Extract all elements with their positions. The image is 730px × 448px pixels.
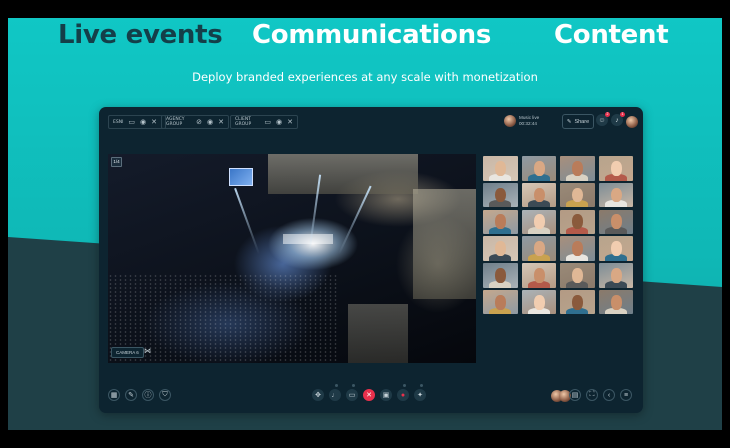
participant-tile[interactable] [560, 263, 595, 288]
participant-tile[interactable] [560, 156, 595, 181]
participant-tile[interactable] [560, 209, 595, 235]
participant-tile[interactable] [483, 182, 518, 208]
chat-icon[interactable]: ▤ [569, 389, 581, 401]
grid-layout-icon[interactable]: ▦ [108, 389, 120, 401]
pen-icon[interactable]: ✎ [125, 389, 137, 401]
layout-badge[interactable]: 1/4 [111, 157, 122, 167]
mic-icon[interactable]: ◉ [207, 118, 213, 126]
record-icon[interactable]: ● [397, 389, 409, 401]
notification-badge: 1 [620, 112, 625, 117]
tab-content[interactable]: Content [554, 20, 669, 50]
camera-icon[interactable]: ▭ [264, 118, 271, 126]
info-icon[interactable]: ⓘ [142, 389, 154, 401]
participant-tile[interactable] [483, 263, 518, 288]
participant-grid [483, 156, 634, 363]
hero-subtitle: Deploy branded experiences at any scale … [192, 70, 538, 84]
tab-communications[interactable]: Communications [252, 20, 491, 50]
host-avatar[interactable] [504, 113, 516, 129]
participant-tile[interactable] [521, 236, 556, 261]
participant-tile[interactable] [483, 289, 518, 315]
main-video-stream[interactable]: 1/4 CAMERA 6 ⋈ [108, 154, 476, 363]
camera-icon[interactable]: ▭ [128, 118, 135, 126]
camera-label: CAMERA 6 [111, 347, 144, 358]
group-label: ESNI [113, 119, 124, 125]
camera-icon[interactable]: ▭ [346, 389, 358, 401]
hero-section: Live events Communications Content Deplo… [8, 18, 722, 430]
close-icon[interactable]: ✕ [218, 118, 224, 126]
app-bottom-bar: ▦ ✎ ⓘ ⛉ ✥ ♩ ▭ ✕ ▣ ● ✦ ▤ ⛶ ‹ ≡ [99, 377, 643, 413]
camera-off-icon[interactable]: ⊘ [196, 118, 202, 126]
share-label: Share [574, 118, 590, 125]
shield-icon[interactable]: ⛉ [159, 389, 171, 401]
participant-tile[interactable] [521, 263, 556, 288]
building [413, 189, 476, 299]
participant-tile[interactable] [483, 236, 518, 261]
mic-icon[interactable]: ◉ [276, 118, 282, 126]
chevron-left-icon[interactable]: ‹ [603, 389, 615, 401]
people-icon[interactable]: ☺ 2 [596, 112, 610, 126]
group-chip-client[interactable]: CLIENT GROUP ▭ ◉ ✕ [230, 115, 298, 129]
indicator-dot [403, 384, 406, 387]
group-chip-esni[interactable]: ESNI ▭ ◉ ✕ [108, 115, 166, 129]
participant-tile[interactable] [598, 236, 633, 261]
video-app-window: ESNI ▭ ◉ ✕ AGENCY GROUP ⊘ ◉ ✕ CLIENT GRO… [99, 107, 643, 413]
participant-tile[interactable] [560, 182, 595, 208]
participant-tile[interactable] [560, 289, 595, 315]
close-icon[interactable]: ✕ [151, 118, 157, 126]
share-button[interactable]: ✎ Share [562, 114, 594, 129]
participant-tile[interactable] [598, 182, 633, 208]
indicator-dot [335, 384, 338, 387]
effects-icon[interactable]: ✦ [414, 389, 426, 401]
music-status: Music live 00:32:44 [519, 113, 561, 131]
participant-tile[interactable] [521, 182, 556, 208]
audio-wave-icon[interactable]: ⋈ [144, 347, 151, 356]
light-beam [338, 185, 372, 255]
move-icon[interactable]: ✥ [312, 389, 324, 401]
pencil-icon: ✎ [566, 118, 572, 125]
participant-tile[interactable] [483, 209, 518, 235]
participant-tile[interactable] [521, 289, 556, 315]
building [268, 154, 418, 194]
billboard-screen [229, 168, 253, 186]
participants-avatars[interactable] [551, 388, 571, 404]
bell-icon[interactable]: ♪ 1 [611, 112, 625, 126]
close-icon[interactable]: ✕ [287, 118, 293, 126]
indicator-dot [352, 384, 355, 387]
participant-tile[interactable] [598, 289, 633, 315]
participant-tile[interactable] [521, 156, 556, 181]
mic-icon[interactable]: ◉ [140, 118, 146, 126]
fullscreen-icon[interactable]: ⛶ [586, 389, 598, 401]
menu-icon[interactable]: ≡ [620, 389, 632, 401]
screen-share-icon[interactable]: ▣ [380, 389, 392, 401]
group-label: AGENCY GROUP [166, 117, 185, 127]
indicator-dot [420, 384, 423, 387]
music-timer: 00:32:44 [519, 120, 537, 126]
participant-tile[interactable] [598, 156, 633, 181]
notification-badge: 2 [605, 112, 610, 117]
group-chip-agency[interactable]: AGENCY GROUP ⊘ ◉ ✕ [161, 115, 229, 129]
light-beam [234, 187, 260, 255]
participant-tile[interactable] [521, 209, 556, 235]
end-call-button[interactable]: ✕ [363, 389, 375, 401]
participant-tile[interactable] [598, 209, 633, 235]
building [348, 304, 408, 363]
app-top-bar: ESNI ▭ ◉ ✕ AGENCY GROUP ⊘ ◉ ✕ CLIENT GRO… [99, 107, 643, 137]
mic-icon[interactable]: ♩ [329, 389, 341, 401]
tab-live-events[interactable]: Live events [58, 20, 223, 50]
user-avatar[interactable] [626, 114, 638, 130]
participant-tile[interactable] [560, 236, 595, 261]
stage-lights [283, 234, 333, 244]
group-label: CLIENT GROUP [235, 117, 252, 127]
participant-tile[interactable] [483, 156, 518, 181]
participant-tile[interactable] [598, 263, 633, 288]
